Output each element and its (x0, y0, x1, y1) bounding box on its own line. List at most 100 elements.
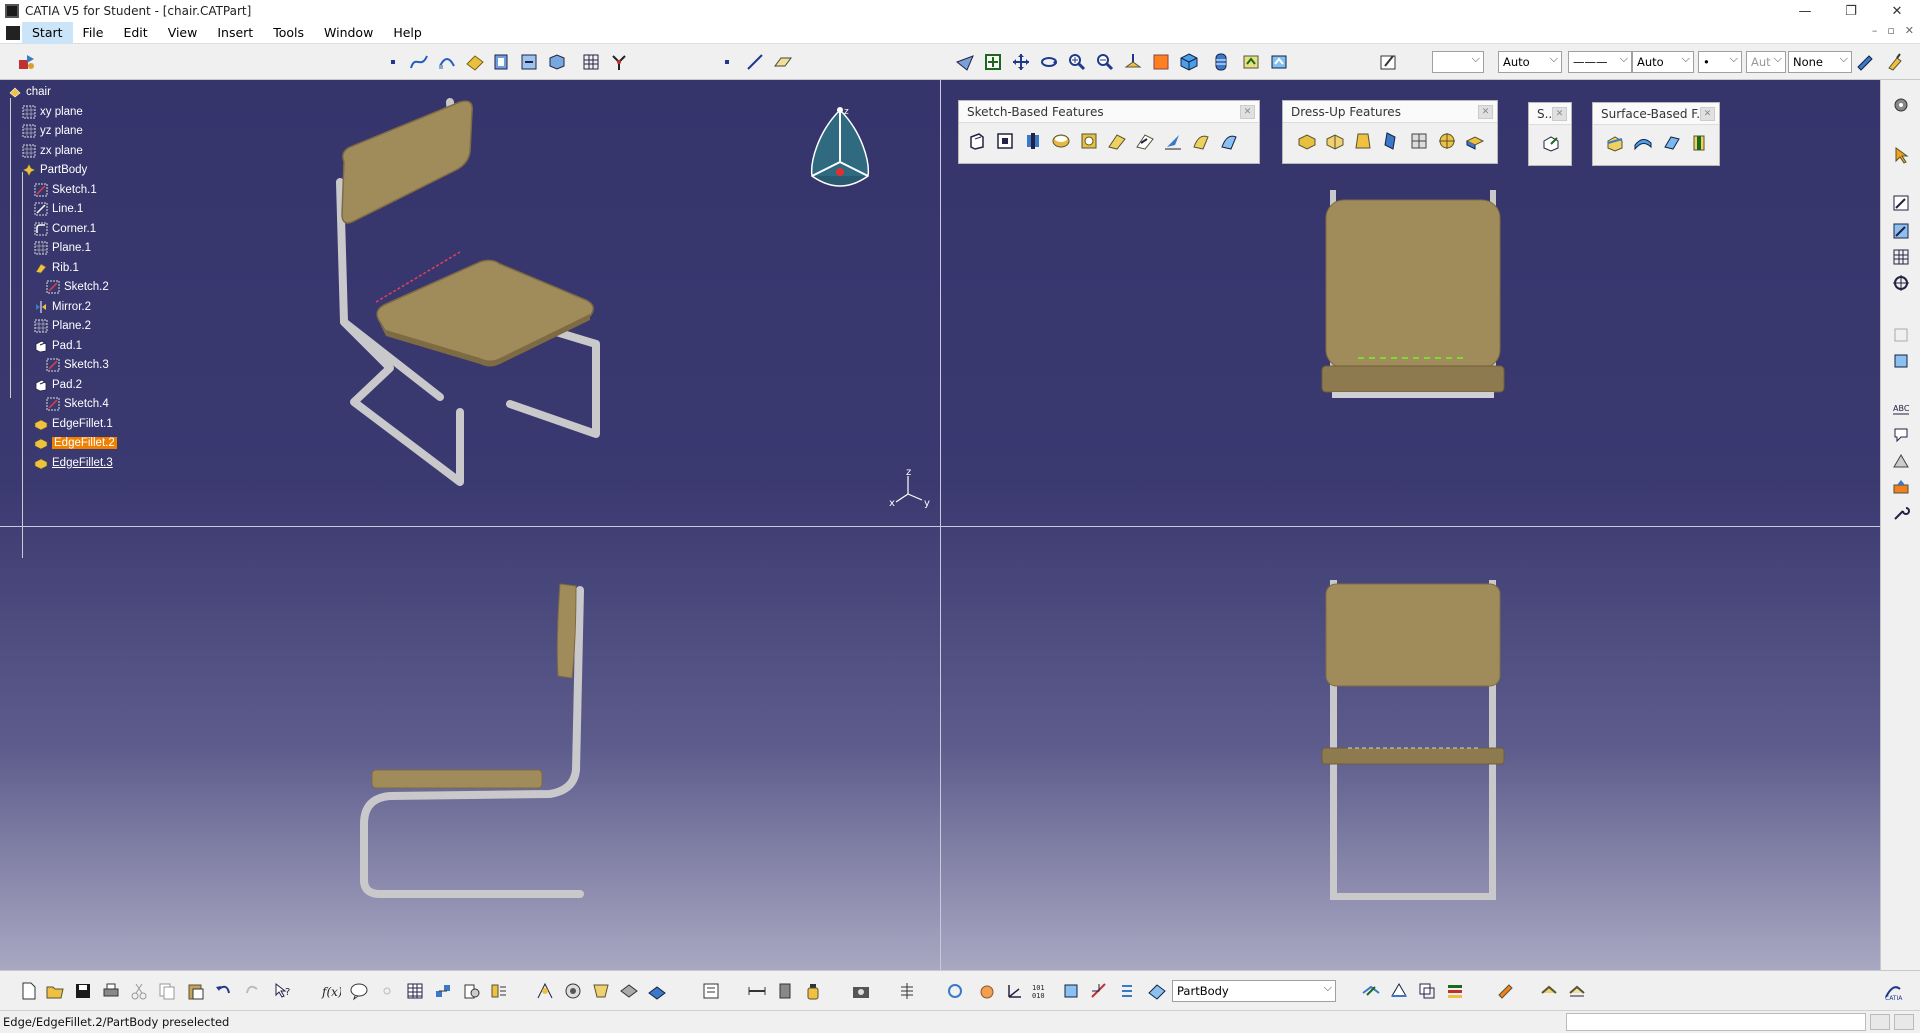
hole-icon[interactable] (1077, 129, 1101, 153)
menu-file[interactable]: File (73, 22, 114, 44)
camera-icon[interactable] (850, 980, 872, 1002)
helix-icon[interactable] (436, 51, 458, 73)
copy-icon[interactable] (156, 980, 178, 1002)
render-style-combo[interactable]: Aut (1746, 51, 1786, 73)
doc-restore-button[interactable]: ▫ (1887, 24, 1894, 37)
tree-node-line-1[interactable]: Line.1 (34, 201, 83, 217)
tree-node-partbody[interactable]: PartBody (22, 162, 87, 178)
measure-item-icon[interactable] (1890, 350, 1912, 372)
edit-mode-icon[interactable] (1566, 980, 1588, 1002)
restore-button[interactable]: ❐ (1828, 0, 1874, 22)
normal-view-icon[interactable] (1122, 51, 1144, 73)
thread-icon[interactable] (1435, 129, 1459, 153)
tree-node-corner-1[interactable]: Corner.1 (34, 221, 96, 237)
viewport-divider-vertical[interactable] (940, 80, 941, 970)
open-folder-icon[interactable] (44, 980, 66, 1002)
tree-node-plane-1[interactable]: Plane.1 (34, 240, 91, 256)
iso-view-icon[interactable] (1178, 51, 1200, 73)
hierarchy-icon[interactable] (896, 980, 918, 1002)
knowledge-advisor-icon[interactable] (348, 980, 370, 1002)
menu-window[interactable]: Window (314, 22, 383, 44)
plane-icon[interactable] (772, 51, 794, 73)
sketch-solid-icon[interactable] (1388, 980, 1410, 1002)
menu-start[interactable]: Start (22, 21, 73, 44)
cube-view-icon[interactable] (1060, 980, 1082, 1002)
compass[interactable]: z (798, 102, 882, 198)
stiffener-icon[interactable] (1161, 129, 1185, 153)
thick-surface-icon[interactable] (1631, 131, 1655, 155)
bottle-icon[interactable] (802, 980, 824, 1002)
cut-icon[interactable] (128, 980, 150, 1002)
extract-icon[interactable] (518, 51, 540, 73)
tree-node-sketch-3[interactable]: Sketch.3 (46, 357, 109, 373)
menu-tools[interactable]: Tools (263, 22, 314, 44)
doc-minimize-button[interactable]: – (1872, 24, 1878, 37)
compass-tool-icon[interactable] (774, 980, 796, 1002)
edit-part-icon[interactable] (1538, 980, 1560, 1002)
fly-mode-icon[interactable] (954, 51, 976, 73)
tree-node-yz-plane[interactable]: yz plane (22, 123, 83, 139)
update-icon[interactable] (1890, 476, 1912, 498)
line-icon[interactable] (744, 51, 766, 73)
scene-icon[interactable] (590, 980, 612, 1002)
point-symbol-combo[interactable]: • (1698, 51, 1742, 73)
sew-surface-icon[interactable] (1687, 131, 1711, 155)
axis-system-icon[interactable] (608, 51, 630, 73)
hand-icon[interactable] (976, 980, 998, 1002)
zoom-out-icon[interactable] (1094, 51, 1116, 73)
paintbrush-icon[interactable] (1884, 51, 1906, 73)
tree-node-edgefillet-2[interactable]: EdgeFillet.2 (34, 435, 117, 451)
viewport-divider-horizontal[interactable] (0, 526, 1880, 527)
sketcher-icon[interactable] (1890, 192, 1912, 214)
list-icon[interactable] (1116, 980, 1138, 1002)
remove-face-icon[interactable] (1463, 129, 1487, 153)
whats-this-icon[interactable]: ? (272, 980, 294, 1002)
rotate-icon[interactable] (1038, 51, 1060, 73)
new-file-icon[interactable] (18, 980, 40, 1002)
offset-icon[interactable] (490, 51, 512, 73)
redo-icon[interactable] (242, 980, 264, 1002)
menu-view[interactable]: View (158, 22, 208, 44)
print-icon[interactable] (100, 980, 122, 1002)
line-thickness-combo[interactable]: Auto (1632, 51, 1694, 73)
tree-node-rib-1[interactable]: Rib.1 (34, 260, 79, 276)
paste-icon[interactable] (184, 980, 206, 1002)
tree-node-mirror-2[interactable]: Mirror.2 (34, 299, 91, 315)
rib-icon[interactable] (1105, 129, 1129, 153)
options-gear-icon[interactable] (1890, 94, 1912, 116)
draft-icon[interactable] (1351, 129, 1375, 153)
parameters-icon[interactable] (488, 980, 510, 1002)
shell-icon[interactable] (1379, 129, 1403, 153)
tree-node-zx-plane[interactable]: zx plane (22, 143, 83, 159)
close-button[interactable]: ✕ (1874, 0, 1920, 22)
power-input-field[interactable] (1566, 1013, 1866, 1031)
sweep-surface-icon[interactable] (464, 51, 486, 73)
analysis-icon[interactable] (534, 980, 556, 1002)
tools-wrench-icon[interactable] (1890, 502, 1912, 524)
workbench-icon[interactable] (16, 51, 38, 73)
translation-icon[interactable] (1539, 131, 1563, 155)
fill-color-combo[interactable] (1432, 51, 1484, 73)
menu-help[interactable]: Help (383, 22, 432, 44)
close-surface-icon[interactable] (1659, 131, 1683, 155)
constraint-icon[interactable] (1890, 272, 1912, 294)
split-icon[interactable] (1603, 131, 1627, 155)
hide-show-icon[interactable] (1240, 51, 1262, 73)
undo-icon[interactable] (212, 980, 234, 1002)
current-body-combo[interactable]: PartBody (1172, 980, 1336, 1002)
catalog-icon[interactable] (432, 980, 454, 1002)
constraint-display-icon[interactable] (1088, 980, 1110, 1002)
layer-combo[interactable]: None (1788, 51, 1852, 73)
tree-node-sketch-1[interactable]: Sketch.1 (34, 182, 97, 198)
chair-front-view[interactable] (1318, 580, 1508, 910)
fit-all-icon[interactable] (982, 51, 1004, 73)
positioned-sketch-icon[interactable] (1890, 220, 1912, 242)
linetype-combo[interactable]: Auto (1498, 51, 1562, 73)
copy-properties-icon[interactable] (1854, 51, 1876, 73)
chair-isometric-view[interactable] (320, 92, 620, 492)
slot-icon[interactable] (1133, 129, 1157, 153)
thickness-icon[interactable] (1407, 129, 1431, 153)
light-icon[interactable] (618, 980, 640, 1002)
menu-insert[interactable]: Insert (207, 22, 263, 44)
sphere-render-icon[interactable] (562, 980, 584, 1002)
